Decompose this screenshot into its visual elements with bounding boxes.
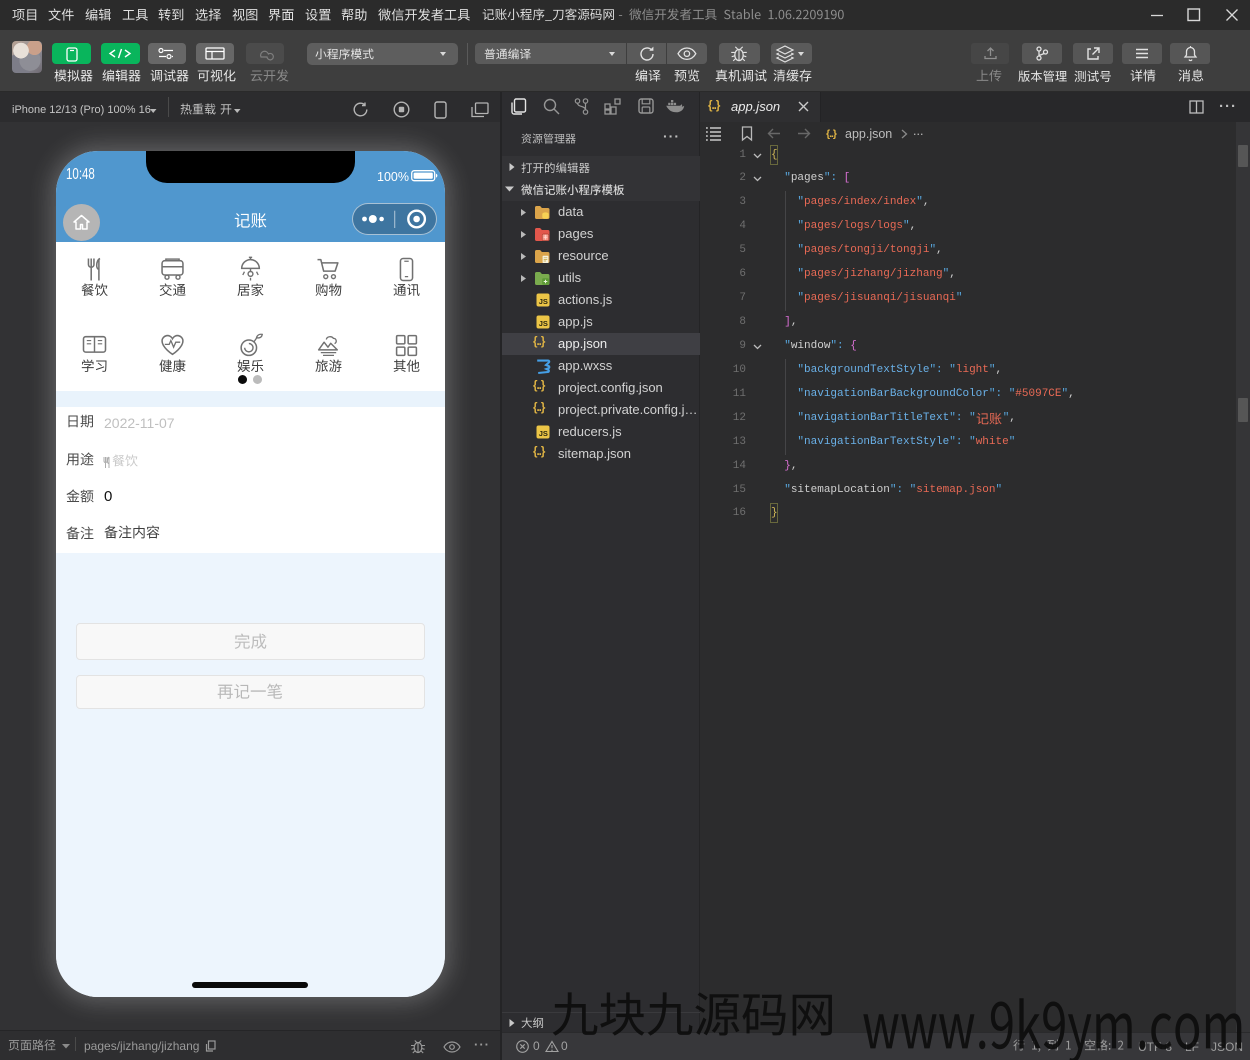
svg-text:JS: JS [539,297,548,306]
svg-text:JS: JS [539,429,548,438]
svg-text:JS: JS [539,319,548,328]
